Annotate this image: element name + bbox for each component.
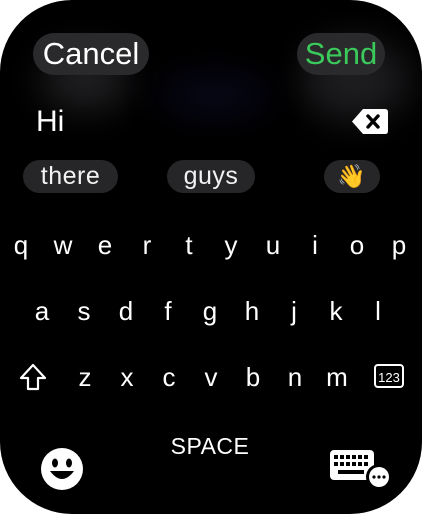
key-r[interactable]: r xyxy=(132,228,162,262)
key-l[interactable]: l xyxy=(363,294,393,328)
suggestion-there[interactable]: there xyxy=(23,160,118,193)
key-j[interactable]: j xyxy=(279,294,309,328)
key-s[interactable]: s xyxy=(69,294,99,328)
key-t[interactable]: t xyxy=(174,228,204,262)
key-k[interactable]: k xyxy=(321,294,351,328)
key-o[interactable]: o xyxy=(342,228,372,262)
key-y[interactable]: y xyxy=(216,228,246,262)
key-f[interactable]: f xyxy=(153,294,183,328)
key-b[interactable]: b xyxy=(238,360,268,394)
key-h[interactable]: h xyxy=(237,294,267,328)
suggestion-wave-emoji[interactable]: 👋 xyxy=(324,160,380,193)
numbers-key[interactable]: 123 xyxy=(374,364,404,388)
key-a[interactable]: a xyxy=(27,294,57,328)
key-e[interactable]: e xyxy=(90,228,120,262)
keyboard-chat-icon[interactable] xyxy=(329,448,395,490)
text-input-value[interactable]: Hi xyxy=(36,105,64,139)
key-u[interactable]: u xyxy=(258,228,288,262)
background-glow xyxy=(160,75,270,115)
emoji-icon[interactable] xyxy=(40,447,84,491)
key-z[interactable]: z xyxy=(70,360,100,394)
space-key[interactable]: SPACE xyxy=(160,430,260,462)
key-x[interactable]: x xyxy=(112,360,142,394)
send-button[interactable]: Send xyxy=(297,33,385,75)
cancel-button[interactable]: Cancel xyxy=(33,33,149,75)
key-m[interactable]: m xyxy=(322,360,352,394)
backspace-icon[interactable] xyxy=(351,107,389,136)
key-g[interactable]: g xyxy=(195,294,225,328)
key-d[interactable]: d xyxy=(111,294,141,328)
key-p[interactable]: p xyxy=(384,228,414,262)
suggestion-guys[interactable]: guys xyxy=(167,160,255,193)
key-i[interactable]: i xyxy=(300,228,330,262)
shift-icon[interactable] xyxy=(18,362,48,392)
key-v[interactable]: v xyxy=(196,360,226,394)
key-c[interactable]: c xyxy=(154,360,184,394)
key-q[interactable]: q xyxy=(6,228,36,262)
watch-screen: Cancel Send Hi there guys 👋 q w e r t y … xyxy=(0,0,422,514)
key-w[interactable]: w xyxy=(48,228,78,262)
key-n[interactable]: n xyxy=(280,360,310,394)
